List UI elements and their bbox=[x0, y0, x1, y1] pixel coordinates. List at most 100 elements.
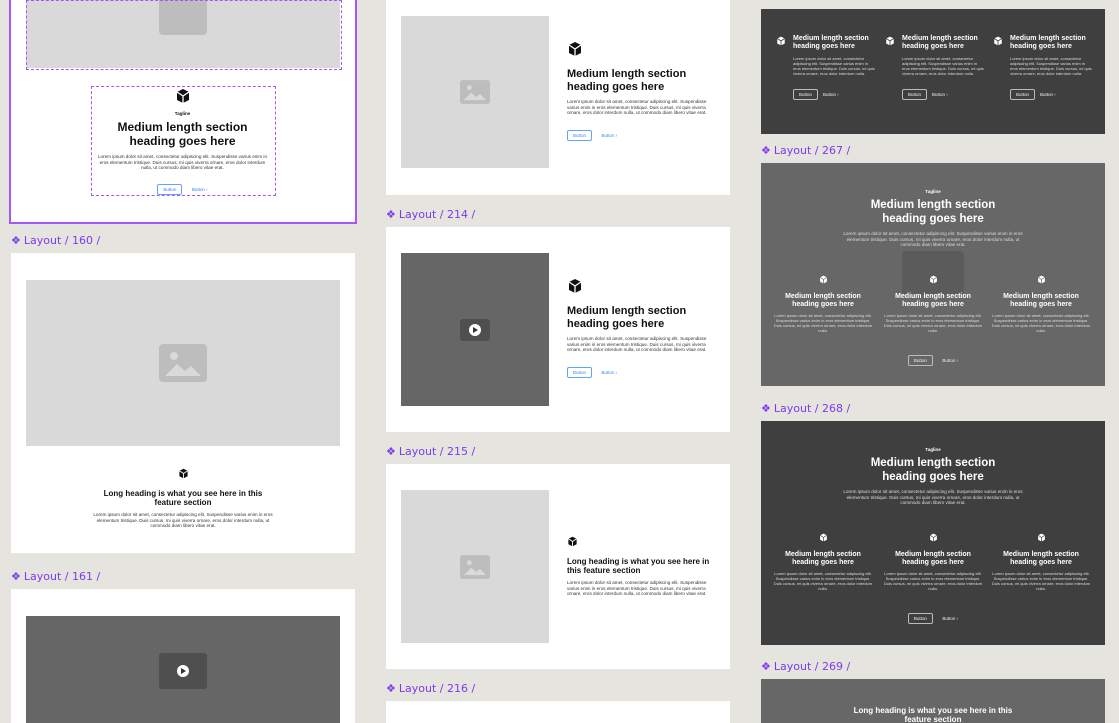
image-placeholder-icon bbox=[460, 554, 490, 579]
primary-button[interactable]: Button bbox=[567, 129, 593, 141]
body-text: Lorem ipsum dolor sit amet, consectetur … bbox=[843, 489, 1023, 506]
cube-icon bbox=[1037, 275, 1045, 284]
feature-card: Medium length section heading goes here … bbox=[885, 35, 985, 101]
card-body: Lorem ipsum dolor sit amet, consectetur … bbox=[991, 313, 1091, 333]
image-placeholder-icon bbox=[460, 80, 490, 104]
card-link[interactable]: Button › bbox=[823, 92, 839, 97]
tagline: Tagline bbox=[925, 189, 941, 194]
card-heading: Medium length section heading goes here bbox=[895, 551, 971, 566]
video-placeholder bbox=[401, 253, 549, 406]
card-body: Lorem ipsum dolor sit amet, consectetur … bbox=[1010, 56, 1092, 76]
section-heading: Medium length section heading goes here bbox=[567, 68, 687, 93]
content-block: Long heading is what you see here in thi… bbox=[93, 466, 273, 529]
card-link[interactable]: Button › bbox=[932, 92, 948, 97]
feature-card: Medium length section heading goes here … bbox=[773, 529, 873, 591]
card-heading: Medium length section heading goes here bbox=[1010, 35, 1086, 50]
frame-label-216[interactable]: ❖ Layout / 216 / bbox=[386, 682, 475, 695]
card-heading: Medium length section heading goes here bbox=[785, 293, 861, 308]
cube-icon bbox=[178, 468, 188, 479]
card-body: Lorem ipsum dolor sit amet, consectetur … bbox=[773, 313, 873, 333]
card-heading: Medium length section heading goes here bbox=[785, 551, 861, 566]
frame-label-160[interactable]: ❖ Layout / 160 / bbox=[11, 234, 100, 247]
card-body: Lorem ipsum dolor sit amet, consectetur … bbox=[773, 571, 873, 591]
play-icon[interactable] bbox=[159, 653, 207, 689]
card-button[interactable]: Button bbox=[793, 89, 819, 100]
section-heading: Long heading is what you see here in thi… bbox=[103, 489, 263, 507]
feature-card: Medium length section heading goes here … bbox=[883, 271, 983, 333]
feature-card: Medium length section heading goes here … bbox=[991, 529, 1091, 591]
layout-267-frame[interactable]: Tagline Medium length section heading go… bbox=[761, 163, 1105, 386]
card-body: Lorem ipsum dolor sit amet, consectetur … bbox=[793, 56, 875, 76]
content-block: Long heading is what you see here in thi… bbox=[567, 534, 717, 597]
card-link[interactable]: Button › bbox=[1040, 92, 1056, 97]
layout-216-frame[interactable] bbox=[386, 701, 730, 723]
header-block: Tagline Medium length section heading go… bbox=[841, 189, 1025, 248]
frame-label-214[interactable]: ❖ Layout / 214 / bbox=[386, 208, 475, 221]
card-body: Lorem ipsum dolor sit amet, consectetur … bbox=[902, 56, 984, 76]
cube-icon bbox=[819, 275, 827, 284]
card-body: Lorem ipsum dolor sit amet, consectetur … bbox=[991, 571, 1091, 591]
frame-label-215[interactable]: ❖ Layout / 215 / bbox=[386, 445, 475, 458]
frame-label-268[interactable]: ❖ Layout / 268 / bbox=[761, 402, 850, 415]
body-text: Lorem ipsum dolor sit amet, consectetur … bbox=[567, 99, 707, 116]
cube-icon bbox=[568, 279, 582, 293]
body-text: Lorem ipsum dolor sit amet, consectetur … bbox=[843, 231, 1023, 248]
frame-label-269[interactable]: ❖ Layout / 269 / bbox=[761, 660, 850, 673]
feature-card: Medium length section heading goes here … bbox=[883, 529, 983, 591]
content-block: Medium length section heading goes here … bbox=[567, 278, 717, 379]
card-heading: Medium length section heading goes here bbox=[1003, 551, 1079, 566]
image-placeholder bbox=[401, 490, 549, 643]
layout-268-frame[interactable]: Tagline Medium length section heading go… bbox=[761, 421, 1105, 645]
cube-icon bbox=[929, 533, 937, 542]
link-button[interactable]: Button › bbox=[942, 616, 958, 621]
layout-269-frame[interactable]: Long heading is what you see here in thi… bbox=[761, 679, 1105, 723]
primary-button[interactable]: Button bbox=[567, 366, 593, 378]
layout-160-frame[interactable]: Long heading is what you see here in thi… bbox=[11, 253, 355, 553]
section-heading: Medium length section heading goes here bbox=[567, 305, 687, 330]
card-heading: Medium length section heading goes here bbox=[902, 35, 978, 50]
section-heading: Long heading is what you see here in thi… bbox=[567, 557, 710, 575]
cube-icon bbox=[819, 533, 827, 542]
layout-266-frame[interactable]: Medium length section heading goes here … bbox=[761, 9, 1105, 134]
image-placeholder bbox=[401, 16, 549, 168]
frame-label-161[interactable]: ❖ Layout / 161 / bbox=[11, 570, 100, 583]
tagline: Tagline bbox=[925, 447, 941, 452]
body-text: Lorem ipsum dolor sit amet, consectetur … bbox=[567, 336, 707, 353]
cube-icon bbox=[886, 36, 894, 46]
cube-icon bbox=[777, 36, 785, 46]
link-button[interactable]: Button › bbox=[601, 370, 617, 375]
card-button[interactable]: Button bbox=[902, 89, 928, 100]
card-body: Lorem ipsum dolor sit amet, consectetur … bbox=[883, 571, 983, 591]
feature-card: Medium length section heading goes here … bbox=[993, 35, 1093, 101]
cube-icon bbox=[568, 42, 582, 56]
card-heading: Medium length section heading goes here bbox=[1003, 293, 1079, 308]
layout-213-frame[interactable]: Medium length section heading goes here … bbox=[386, 0, 730, 195]
cube-icon bbox=[994, 36, 1002, 46]
feature-card: Medium length section heading goes here … bbox=[776, 35, 876, 101]
cube-icon bbox=[929, 275, 937, 284]
body-text: Lorem ipsum dolor sit amet, consectetur … bbox=[567, 580, 707, 597]
primary-button[interactable]: Button bbox=[907, 613, 933, 624]
layout-214-frame[interactable]: Medium length section heading goes here … bbox=[386, 227, 730, 432]
section-heading: Medium length section heading goes here bbox=[870, 199, 996, 225]
frame-label-267[interactable]: ❖ Layout / 267 / bbox=[761, 144, 850, 157]
card-heading: Medium length section heading goes here bbox=[793, 35, 869, 50]
selection-outline bbox=[9, 0, 357, 224]
feature-card: Medium length section heading goes here … bbox=[773, 271, 873, 333]
layout-161-frame[interactable] bbox=[11, 589, 355, 723]
primary-button[interactable]: Button bbox=[907, 355, 933, 366]
video-placeholder bbox=[26, 616, 340, 723]
header-block: Tagline Medium length section heading go… bbox=[841, 447, 1025, 506]
cube-icon bbox=[568, 536, 577, 547]
card-heading: Medium length section heading goes here bbox=[895, 293, 971, 308]
layout-215-frame[interactable]: Long heading is what you see here in thi… bbox=[386, 464, 730, 669]
section-heading: Medium length section heading goes here bbox=[870, 457, 996, 483]
cube-icon bbox=[1037, 533, 1045, 542]
body-text: Lorem ipsum dolor sit amet, consectetur … bbox=[93, 512, 273, 529]
feature-card: Medium length section heading goes here … bbox=[991, 271, 1091, 333]
section-heading: Long heading is what you see here in thi… bbox=[853, 706, 1013, 723]
play-icon[interactable] bbox=[460, 318, 490, 341]
link-button[interactable]: Button › bbox=[942, 358, 958, 363]
card-button[interactable]: Button bbox=[1010, 89, 1036, 100]
link-button[interactable]: Button › bbox=[601, 133, 617, 138]
